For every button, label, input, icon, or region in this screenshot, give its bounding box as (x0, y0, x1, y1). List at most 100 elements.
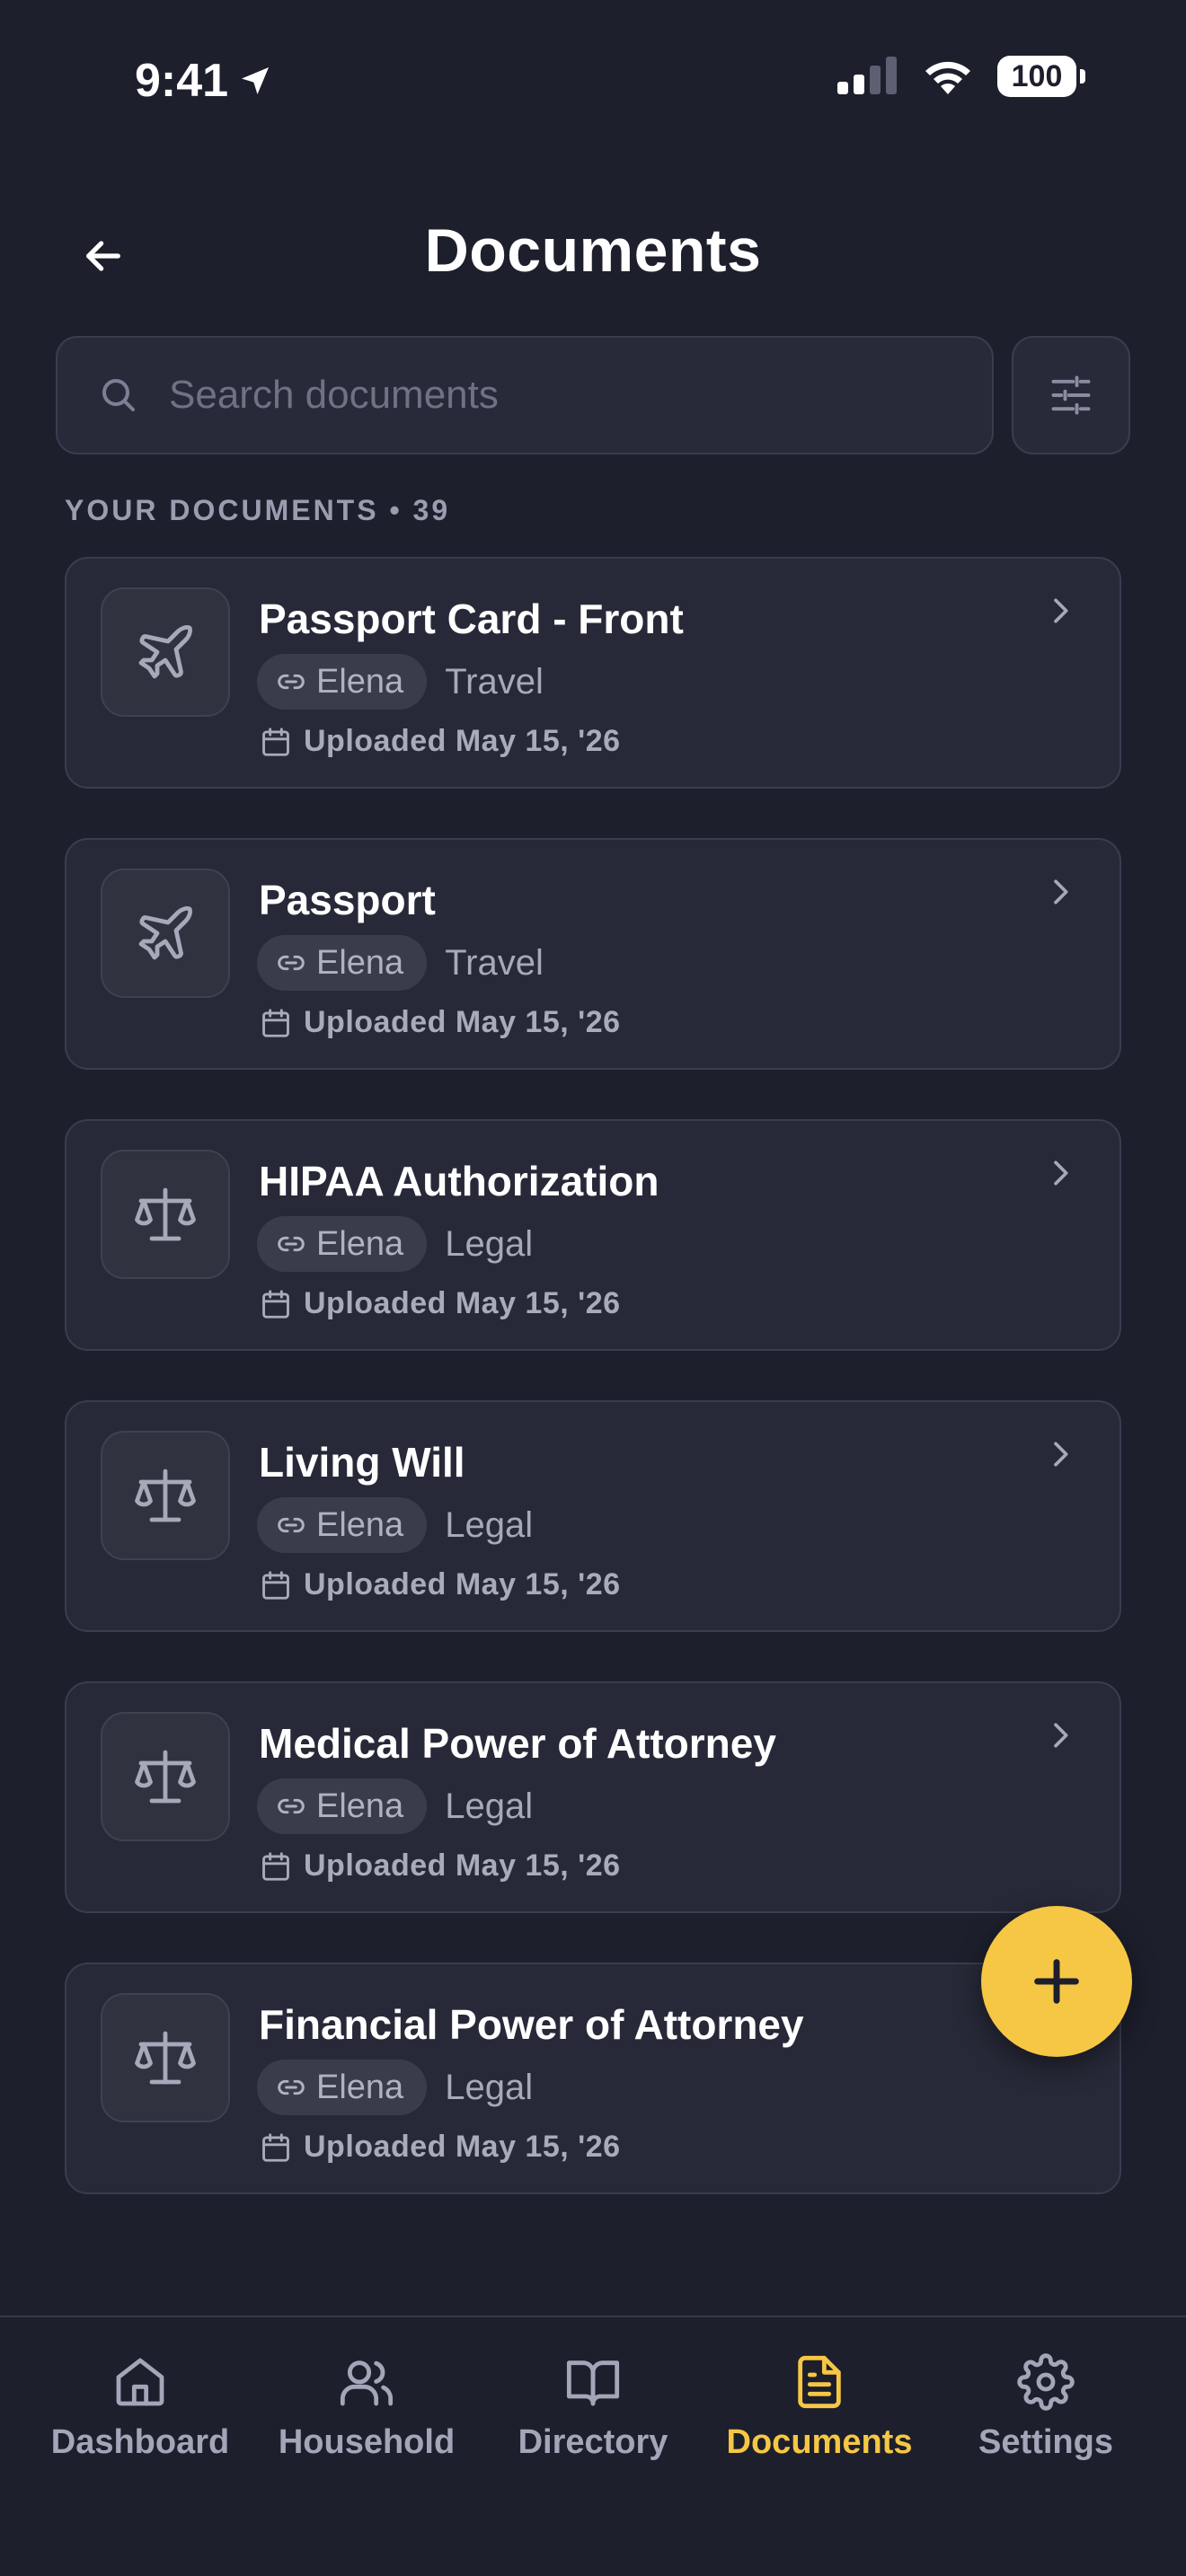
owner-chip: Elena (257, 935, 428, 991)
document-meta: Elena Legal (257, 1497, 533, 1553)
document-title: Living Will (259, 1439, 465, 1486)
plus-icon (1034, 1959, 1079, 2004)
nav-item-dashboard[interactable]: Dashboard (32, 2353, 248, 2576)
link-icon (278, 1798, 305, 1814)
owner-name: Elena (316, 1505, 404, 1544)
owner-name: Elena (316, 2068, 404, 2106)
document-card[interactable]: Financial Power of Attorney Elena Legal … (65, 1963, 1121, 2194)
nav-label: Documents (726, 2423, 913, 2461)
signal-icon (837, 57, 897, 94)
calendar-icon (262, 1289, 289, 1319)
scale-icon (135, 1469, 196, 1522)
home-icon (116, 2358, 164, 2406)
chevron-right-icon (1042, 1155, 1078, 1191)
airplane-icon (138, 906, 192, 960)
document-meta: Elena Travel (257, 654, 544, 710)
document-card[interactable]: Medical Power of Attorney Elena Legal Up… (65, 1681, 1121, 1913)
battery-level: 100 (1011, 58, 1063, 93)
card-icon-box (101, 1712, 230, 1841)
document-category: Legal (445, 2067, 534, 2107)
document-date: Uploaded May 15, '26 (259, 1286, 621, 1321)
document-title: HIPAA Authorization (259, 1158, 659, 1204)
document-title: Passport (259, 877, 436, 923)
scale-icon (135, 1750, 196, 1804)
upload-date: Uploaded May 15, '26 (304, 1848, 621, 1883)
search-icon (102, 379, 135, 411)
document-title: Passport Card - Front (259, 595, 684, 642)
calendar-icon (262, 1008, 289, 1037)
location-arrow-icon (242, 67, 270, 94)
document-meta: Elena Legal (257, 1778, 533, 1834)
chevron-right-icon (1042, 593, 1078, 629)
calendar-icon (262, 1851, 289, 1881)
users-icon (340, 2360, 394, 2406)
document-meta: Elena Legal (257, 2060, 533, 2115)
link-icon (278, 1517, 305, 1533)
calendar-icon (262, 727, 289, 756)
card-icon-box (101, 869, 230, 998)
document-card[interactable]: Living Will Elena Legal Uploaded May 15,… (65, 1400, 1121, 1632)
sliders-icon (1051, 375, 1091, 415)
nav-label: Directory (518, 2423, 668, 2461)
search-input[interactable]: Search documents (56, 336, 994, 454)
wifi-icon (925, 61, 970, 94)
upload-date: Uploaded May 15, '26 (304, 1005, 621, 1039)
calendar-icon (262, 1570, 289, 1600)
document-category: Travel (445, 942, 544, 983)
nav-item-directory[interactable]: Directory (485, 2353, 701, 2576)
card-icon-box (101, 1150, 230, 1279)
owner-chip: Elena (257, 654, 428, 710)
upload-date: Uploaded May 15, '26 (304, 1567, 621, 1601)
add-document-button[interactable] (981, 1906, 1132, 2057)
document-list: Passport Card - Front Elena Travel Uploa… (65, 557, 1121, 2244)
document-date: Uploaded May 15, '26 (259, 1848, 621, 1883)
header: Documents (0, 198, 1186, 305)
link-icon (278, 1236, 305, 1252)
page-title: Documents (424, 216, 762, 285)
document-card[interactable]: HIPAA Authorization Elena Legal Uploaded… (65, 1119, 1121, 1351)
owner-chip: Elena (257, 1497, 428, 1553)
card-icon-box (101, 1431, 230, 1560)
battery-indicator: 100 (997, 56, 1085, 97)
filter-button[interactable] (1012, 336, 1130, 454)
nav-item-household[interactable]: Household (259, 2353, 474, 2576)
status-bar: 9:41 100 (0, 0, 1186, 162)
bottom-nav: Dashboard Household Directory Documents … (0, 2316, 1186, 2576)
link-icon (278, 955, 305, 971)
owner-name: Elena (316, 1224, 404, 1263)
link-icon (278, 2079, 305, 2095)
section-label: YOUR DOCUMENTS • 39 (65, 494, 451, 526)
chevron-right-icon (1042, 1717, 1078, 1753)
document-date: Uploaded May 15, '26 (259, 724, 621, 759)
status-time-text: 9:41 (135, 55, 229, 107)
owner-name: Elena (316, 1786, 404, 1825)
nav-item-documents[interactable]: Documents (712, 2353, 927, 2576)
document-date: Uploaded May 15, '26 (259, 1005, 621, 1040)
book-icon (566, 2360, 620, 2406)
chevron-right-icon (1042, 874, 1078, 910)
document-date: Uploaded May 15, '26 (259, 1567, 621, 1602)
search-placeholder: Search documents (169, 373, 499, 417)
link-icon (278, 674, 305, 690)
calendar-icon (262, 2132, 289, 2162)
document-date: Uploaded May 15, '26 (259, 2130, 621, 2165)
document-card[interactable]: Passport Card - Front Elena Travel Uploa… (65, 557, 1121, 789)
nav-label: Settings (978, 2423, 1113, 2461)
owner-chip: Elena (257, 1216, 428, 1272)
nav-label: Household (278, 2423, 456, 2461)
document-title: Medical Power of Attorney (259, 1720, 776, 1767)
owner-name: Elena (316, 943, 404, 982)
card-icon-box (101, 587, 230, 717)
upload-date: Uploaded May 15, '26 (304, 724, 621, 758)
nav-label: Dashboard (50, 2423, 230, 2461)
upload-date: Uploaded May 15, '26 (304, 2130, 621, 2164)
owner-chip: Elena (257, 1778, 428, 1834)
nav-item-settings[interactable]: Settings (938, 2353, 1154, 2576)
owner-chip: Elena (257, 2060, 428, 2115)
document-card[interactable]: Passport Elena Travel Uploaded May 15, '… (65, 838, 1121, 1070)
document-meta: Elena Travel (257, 935, 544, 991)
document-category: Travel (445, 661, 544, 701)
document-title: Financial Power of Attorney (259, 2001, 804, 2048)
chevron-right-icon (1042, 1436, 1078, 1472)
airplane-icon (138, 625, 192, 679)
